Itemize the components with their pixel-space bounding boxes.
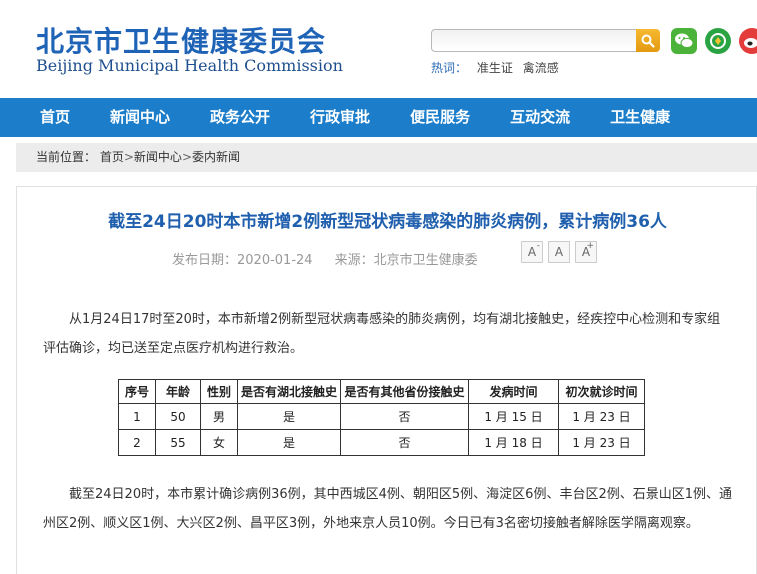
table-cell: 2 — [118, 429, 156, 456]
breadcrumb: 当前位置： 首页>新闻中心>委内新闻 — [16, 143, 757, 172]
search-button[interactable] — [636, 29, 660, 52]
breadcrumb-separator: > — [123, 150, 134, 164]
column-header: 年龄 — [155, 379, 201, 404]
font-larger-button[interactable]: A + — [575, 241, 597, 263]
table-cell: 1 月 23 日 — [558, 429, 645, 456]
app-icon — [710, 33, 726, 49]
breadcrumb-separator: > — [181, 150, 192, 164]
column-header: 是否有其他省份接触史 — [340, 379, 469, 404]
table-cell: 是 — [237, 403, 341, 430]
table-row: 1 50 男 是 否 1 月 15 日 1 月 23 日 — [118, 403, 645, 430]
font-size-controls: A- A A + — [521, 241, 597, 263]
article-title: 截至24日20时本市新增2例新型冠状病毒感染的肺炎病例，累计病例36人 — [108, 212, 667, 232]
article-meta: 发布日期：2020-01-24 来源：北京市卫生健康委 — [172, 249, 478, 268]
table-cell: 是 — [237, 429, 341, 456]
nav-item-health[interactable]: 卫生健康 — [590, 98, 690, 137]
search-input[interactable] — [431, 29, 637, 52]
column-header: 发病时间 — [468, 379, 559, 404]
article: 截至24日20时本市新增2例新型冠状病毒感染的肺炎病例，累计病例36人 发布日期… — [16, 186, 757, 574]
site-logo-chinese[interactable]: 北京市卫生健康委员会 — [36, 20, 326, 60]
font-larger-sign: + — [586, 241, 594, 251]
weibo-icon — [744, 38, 757, 48]
table-row: 2 55 女 是 否 1 月 18 日 1 月 23 日 — [118, 429, 645, 456]
table-cell: 1 月 15 日 — [468, 403, 559, 430]
cases-table: 序号 年龄 性别 是否有湖北接触史 是否有其他省份接触史 发病时间 初次就诊时间… — [118, 379, 645, 456]
column-header: 初次就诊时间 — [558, 379, 645, 404]
site-logo-english[interactable]: Beijing Municipal Health Commission — [36, 56, 343, 75]
hot-word-link[interactable]: 准生证 — [477, 61, 513, 75]
table-cell: 1 月 23 日 — [558, 403, 645, 430]
table-cell: 1 — [118, 403, 156, 430]
search-icon — [641, 34, 655, 48]
hot-word-link[interactable]: 禽流感 — [523, 61, 559, 75]
column-header: 是否有湖北接触史 — [237, 379, 341, 404]
nav-item-home[interactable]: 首页 — [0, 98, 90, 137]
table-cell: 否 — [340, 403, 469, 430]
font-normal-button[interactable]: A — [548, 241, 570, 263]
breadcrumb-news[interactable]: 新闻中心 — [134, 150, 182, 164]
table-cell: 女 — [200, 429, 238, 456]
font-smaller-button[interactable]: A- — [521, 241, 543, 263]
hot-words-label: 热词： — [431, 61, 468, 75]
table-cell: 55 — [155, 429, 201, 456]
breadcrumb-prefix: 当前位置： — [36, 150, 97, 164]
column-header: 序号 — [118, 379, 156, 404]
article-paragraph-1: 从1月24日17时至20时，本市新增2例新型冠状病毒感染的肺炎病例，均有湖北接触… — [43, 312, 721, 356]
nav-item-admin-approval[interactable]: 行政审批 — [290, 98, 390, 137]
site-header: 北京市卫生健康委员会 Beijing Municipal Health Comm… — [0, 0, 757, 98]
nav-item-gov-affairs[interactable]: 政务公开 — [190, 98, 290, 137]
wechat-icon — [675, 33, 694, 49]
app-button[interactable] — [705, 28, 731, 54]
font-normal-label: A — [554, 245, 564, 259]
table-cell: 50 — [155, 403, 201, 430]
breadcrumb-home[interactable]: 首页 — [100, 150, 124, 164]
table-cell: 男 — [200, 403, 238, 430]
font-smaller-label: A — [527, 245, 537, 259]
breadcrumb-internal-news[interactable]: 委内新闻 — [192, 150, 240, 164]
nav-item-interaction[interactable]: 互动交流 — [490, 98, 590, 137]
table-cell: 否 — [340, 429, 469, 456]
hot-words: 热词： 准生证 禽流感 — [431, 59, 559, 76]
article-date: 发布日期：2020-01-24 — [172, 253, 313, 268]
table-header-row: 序号 年龄 性别 是否有湖北接触史 是否有其他省份接触史 发病时间 初次就诊时间 — [118, 379, 645, 404]
article-paragraph-2: 截至24日20时，本市累计确诊病例36例，其中西城区4例、朝阳区5例、海淀区6例… — [43, 487, 732, 531]
nav-item-services[interactable]: 便民服务 — [390, 98, 490, 137]
wechat-button[interactable] — [671, 28, 697, 54]
table-cell: 1 月 18 日 — [468, 429, 559, 456]
main-nav: 首页 新闻中心 政务公开 行政审批 便民服务 互动交流 卫生健康 — [0, 98, 757, 137]
article-source: 来源：北京市卫生健康委 — [334, 253, 478, 268]
font-smaller-sign: - — [536, 241, 540, 251]
column-header: 性别 — [200, 379, 238, 404]
weibo-button[interactable] — [739, 28, 757, 54]
nav-item-news[interactable]: 新闻中心 — [90, 98, 190, 137]
